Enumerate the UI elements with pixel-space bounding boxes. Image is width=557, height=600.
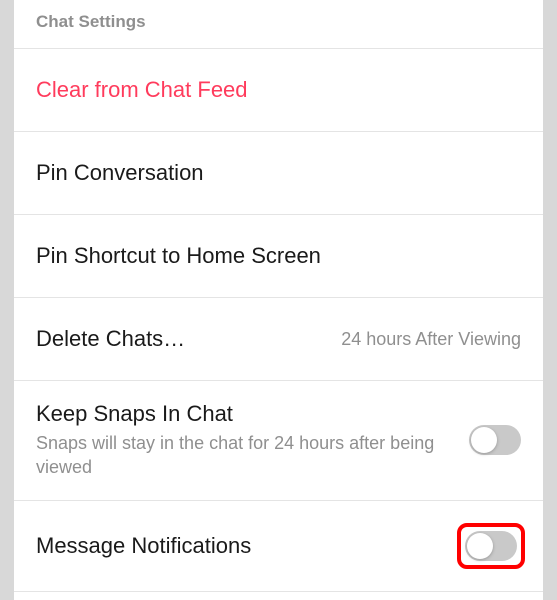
- row-keep-snaps-in-chat: Keep Snaps In Chat Snaps will stay in th…: [14, 381, 543, 501]
- row-text-block: Keep Snaps In Chat Snaps will stay in th…: [36, 401, 469, 480]
- toggle-knob: [467, 533, 493, 559]
- row-clear-chat-feed[interactable]: Clear from Chat Feed: [14, 49, 543, 132]
- row-label: Message Notifications: [36, 533, 251, 559]
- row-message-notifications: Message Notifications: [14, 501, 543, 592]
- row-label: Delete Chats…: [36, 326, 185, 352]
- toggle-message-notifications[interactable]: [465, 531, 517, 561]
- section-header-chat-settings: Chat Settings: [14, 0, 543, 49]
- toggle-keep-snaps[interactable]: [469, 425, 521, 455]
- row-delete-chats[interactable]: Delete Chats… 24 hours After Viewing: [14, 298, 543, 381]
- row-pin-conversation[interactable]: Pin Conversation: [14, 132, 543, 215]
- annotation-highlight-box: [457, 523, 525, 569]
- settings-sheet: Chat Settings Clear from Chat Feed Pin C…: [14, 0, 543, 600]
- row-label: Pin Shortcut to Home Screen: [36, 243, 321, 269]
- row-label: Keep Snaps In Chat: [36, 401, 449, 427]
- row-pin-shortcut-home-screen[interactable]: Pin Shortcut to Home Screen: [14, 215, 543, 298]
- row-label: Pin Conversation: [36, 160, 204, 186]
- row-subtitle: Snaps will stay in the chat for 24 hours…: [36, 431, 449, 480]
- row-value: 24 hours After Viewing: [341, 329, 521, 350]
- toggle-knob: [471, 427, 497, 453]
- row-label: Clear from Chat Feed: [36, 77, 248, 103]
